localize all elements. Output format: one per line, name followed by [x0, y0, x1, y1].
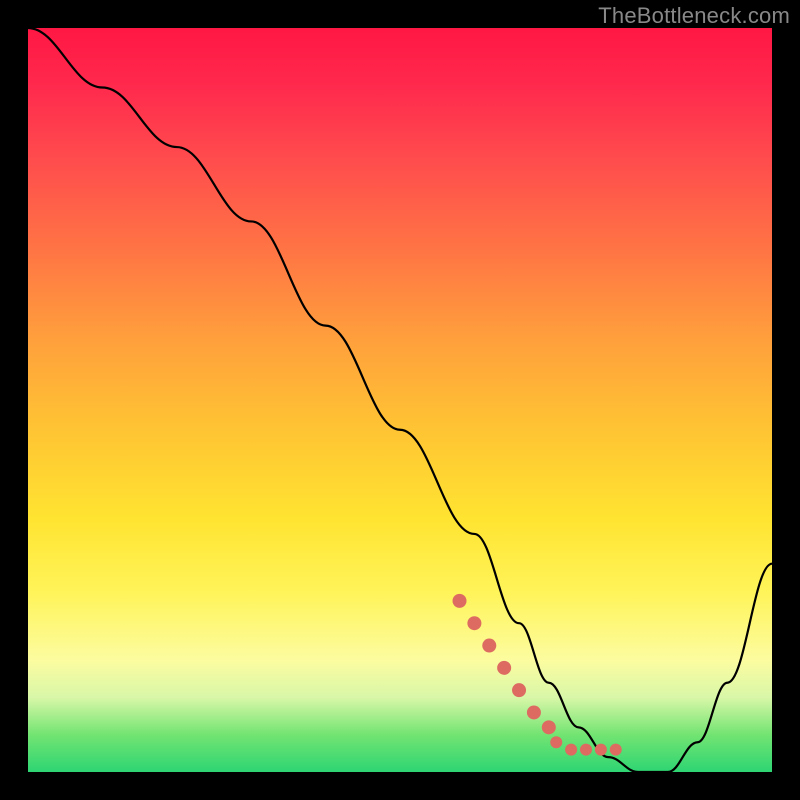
- chart-svg: [28, 28, 772, 772]
- highlight-dot: [467, 616, 481, 630]
- highlight-dot: [453, 594, 467, 608]
- watermark-text: TheBottleneck.com: [598, 3, 790, 29]
- highlight-dot: [550, 736, 562, 748]
- bottleneck-highlight: [453, 594, 622, 756]
- highlight-dot: [497, 661, 511, 675]
- highlight-dot: [610, 744, 622, 756]
- highlight-dot: [565, 744, 577, 756]
- chart-frame: TheBottleneck.com: [0, 0, 800, 800]
- highlight-dot: [482, 639, 496, 653]
- chart-plot-area: [28, 28, 772, 772]
- highlight-dot: [542, 720, 556, 734]
- highlight-dot: [580, 744, 592, 756]
- bottleneck-curve: [28, 28, 772, 772]
- highlight-dot: [512, 683, 526, 697]
- highlight-dot: [527, 705, 541, 719]
- highlight-dot: [595, 744, 607, 756]
